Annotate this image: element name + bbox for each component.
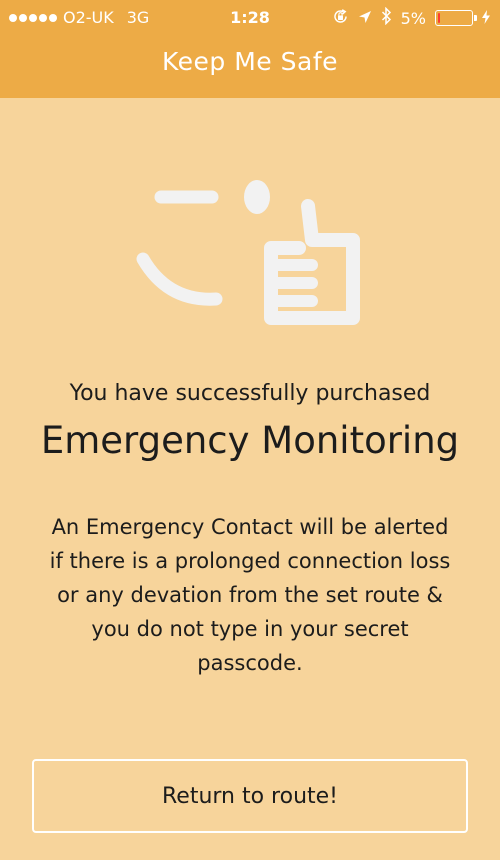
charging-bolt-icon [482, 9, 490, 28]
battery-percent: 5% [400, 8, 426, 28]
battery-level-fill [438, 13, 440, 23]
purchase-confirmation-text: You have successfully purchased [69, 381, 431, 406]
header-bar: O2-UK 3G 1:28 5% Keep Me Safe [0, 0, 500, 98]
status-bar: O2-UK 3G 1:28 5% [0, 0, 500, 34]
bluetooth-icon [381, 6, 392, 29]
status-right: 5% [332, 6, 490, 29]
description-line: if there is a prolonged connection loss [49, 549, 451, 573]
description-line: passcode. [197, 651, 303, 675]
description-line: or any devation from the set route & [57, 583, 443, 607]
description-line: An Emergency Contact will be alerted [51, 515, 449, 539]
return-to-route-button[interactable]: Return to route! [32, 759, 468, 833]
battery-icon [435, 10, 477, 26]
product-name: Emergency Monitoring [40, 419, 460, 462]
app-title: Keep Me Safe [162, 47, 338, 76]
rotation-lock-icon [332, 8, 349, 29]
description-text: An Emergency Contact will be alerted if … [40, 510, 460, 680]
thumbs-up-wink-face-icon [130, 170, 370, 340]
location-arrow-icon [358, 9, 372, 28]
description-line: you do not type in your secret [91, 617, 409, 641]
